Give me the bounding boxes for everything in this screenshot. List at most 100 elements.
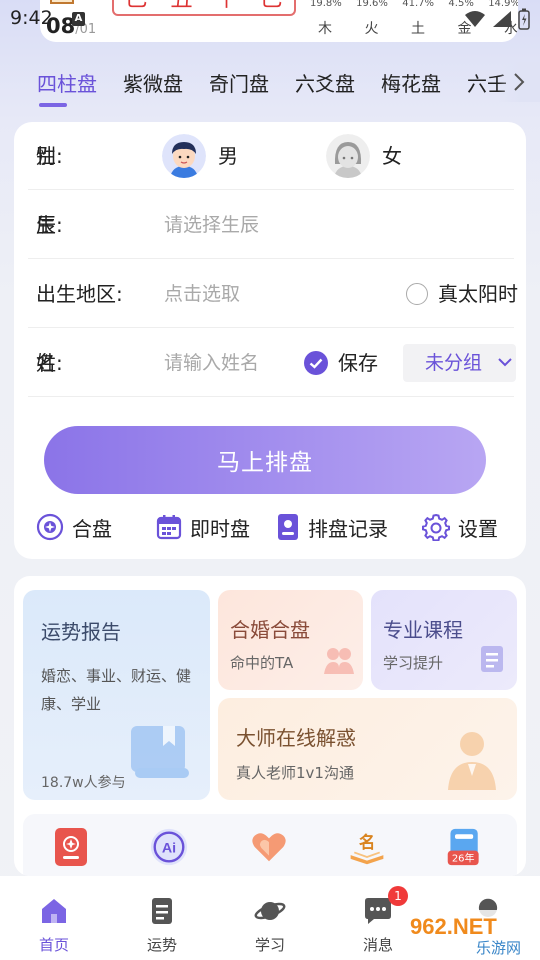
save-checkbox[interactable]: [304, 351, 328, 375]
tab-qimen[interactable]: 奇门盘: [209, 68, 269, 97]
birth-time-picker[interactable]: 请选择生辰: [164, 191, 259, 259]
ai-icon-label: Ai: [162, 841, 176, 857]
planet-icon: [254, 902, 286, 920]
group-select[interactable]: 未分组: [403, 344, 516, 382]
wifi-icon: [465, 11, 485, 27]
tab-ziwei[interactable]: 紫微盘: [123, 68, 183, 97]
female-label[interactable]: 女: [382, 122, 402, 190]
male-avatar-icon: [162, 134, 206, 178]
ai-icon[interactable]: Ai: [149, 826, 189, 868]
fortune-report-count: 18.7w人参与: [41, 775, 126, 791]
home-icon: [42, 899, 66, 923]
element-name: 木: [318, 21, 332, 37]
book-icon: [131, 726, 189, 778]
chart-form-card: 性 别: 男 女 生 辰: 请选择生辰 出生地区: 点击选取 真太阳时 姓 名:…: [14, 122, 526, 559]
action-records-label: 排盘记录: [308, 516, 388, 541]
action-instant-label: 即时盘: [190, 516, 250, 541]
calendar-year-label: 26年: [452, 852, 475, 865]
true-solar-label[interactable]: 真太阳时: [438, 260, 518, 328]
status-bar: 08/01 巳 丑 午 巳 19.8% 19.6% 41.7% 4.5% 14.…: [0, 0, 540, 42]
marriage-card[interactable]: 合婚合盘 命中的TA: [218, 590, 363, 690]
birth-time-row[interactable]: 生 辰: 请选择生辰: [28, 191, 514, 259]
course-sub: 学习提升: [383, 654, 444, 672]
element-name: 火: [364, 21, 379, 37]
nav-home-label: 首页: [38, 936, 69, 954]
submit-chart-button[interactable]: 马上排盘: [44, 426, 486, 494]
action-instant[interactable]: 即时盘: [156, 508, 250, 546]
female-avatar[interactable]: [326, 134, 370, 178]
hepan-icon: [36, 513, 64, 541]
master-sub: 真人老师1v1沟通: [236, 764, 354, 782]
tab-meihua[interactable]: 梅花盘: [381, 68, 441, 97]
master-online-card[interactable]: 大师在线解惑 真人老师1v1沟通: [218, 698, 517, 800]
save-label[interactable]: 保存: [338, 329, 378, 397]
watermark-bottom: 乐游网: [476, 939, 521, 957]
battery-icon: [518, 8, 530, 30]
scroll-icon: [481, 646, 503, 672]
course-card[interactable]: 专业课程 学习提升: [371, 590, 517, 690]
ganzhi-char: 午: [215, 0, 237, 11]
feature-panel: 运势报告 婚恋、事业、财运、健康、学业 18.7w人参与 合婚合盘 命中的TA …: [14, 576, 526, 876]
gear-icon: [422, 513, 450, 541]
master-title: 大师在线解惑: [236, 726, 356, 750]
quick-actions: 合盘 即时盘 排盘记录 设置: [14, 508, 526, 546]
gender-label-2: 别:: [36, 144, 63, 168]
location-row: 出生地区: 点击选取 真太阳时: [28, 260, 518, 328]
nav-learn-label: 学习: [254, 936, 285, 954]
tab-liuyao[interactable]: 六爻盘: [295, 68, 355, 97]
male-label[interactable]: 男: [218, 122, 238, 190]
status-icons: [464, 8, 530, 30]
site-watermark-logo: 962.NET 乐游网: [402, 910, 536, 957]
nav-fortune-label: 运势: [146, 936, 177, 954]
message-badge: 1: [388, 886, 408, 906]
master-person-icon: [448, 732, 496, 790]
tabs-more-button[interactable]: [498, 62, 540, 102]
record-book-icon: [278, 514, 298, 540]
action-records[interactable]: 排盘记录: [276, 508, 388, 546]
chevron-down-icon: [498, 358, 512, 367]
element-name: 土: [411, 21, 425, 37]
ganzhi-char: 巳: [125, 0, 147, 11]
document-icon: [152, 898, 172, 924]
heart-icon[interactable]: [249, 826, 289, 868]
element-percent: 19.8%: [310, 0, 342, 9]
male-avatar[interactable]: [162, 134, 206, 178]
calendar-grid-icon: [156, 515, 182, 540]
element-percent: 41.7%: [402, 0, 435, 9]
true-solar-radio[interactable]: [406, 283, 428, 305]
action-hepan[interactable]: 合盘: [36, 508, 112, 546]
ganzhi-char: 巳: [260, 0, 282, 11]
check-icon: [309, 358, 323, 369]
name-row: 姓 名: 请输入姓名 保存 未分组: [28, 329, 516, 397]
action-settings-label: 设置: [458, 516, 498, 541]
course-title: 专业课程: [383, 618, 463, 642]
location-picker[interactable]: 点击选取: [164, 260, 240, 328]
nav-home[interactable]: 首页: [0, 876, 108, 960]
status-time: 9:42: [10, 7, 53, 29]
fortune-report-card[interactable]: 运势报告 婚恋、事业、财运、健康、学业 18.7w人参与: [23, 590, 210, 800]
calendar-2026-icon[interactable]: 26年: [445, 826, 485, 868]
action-settings[interactable]: 设置: [422, 508, 498, 546]
name-book-icon[interactable]: 名: [347, 826, 387, 868]
nav-learn[interactable]: 学习: [216, 876, 324, 960]
shortcut-row: Ai 名 26年: [23, 814, 517, 876]
marriage-title: 合婚合盘: [230, 618, 310, 642]
location-label: 出生地区:: [36, 282, 123, 306]
watermark-top: 962.NET: [410, 914, 497, 939]
fortune-report-title: 运势报告: [41, 620, 121, 644]
action-hepan-label: 合盘: [72, 516, 112, 541]
red-book-icon[interactable]: [51, 826, 91, 868]
marriage-sub: 命中的TA: [230, 654, 294, 672]
name-input[interactable]: 请输入姓名: [164, 329, 259, 397]
birth-label-2: 辰:: [36, 213, 63, 237]
chart-type-tabs: 四柱盘 紫微盘 奇门盘 六爻盘 梅花盘 六壬: [0, 62, 540, 107]
chevron-right-icon: [514, 73, 525, 91]
notification-icon: A: [72, 12, 85, 26]
nav-fortune[interactable]: 运势: [108, 876, 216, 960]
tab-sizhu[interactable]: 四柱盘: [37, 68, 97, 107]
gender-row: 性 别: 男 女: [28, 122, 514, 190]
ganzhi-char: 丑: [170, 0, 192, 11]
couple-icon: [324, 648, 354, 674]
name-label-2: 名:: [36, 351, 63, 375]
date-card[interactable]: 08/01 巳 丑 午 巳 19.8% 19.6% 41.7% 4.5% 14.…: [40, 0, 518, 42]
